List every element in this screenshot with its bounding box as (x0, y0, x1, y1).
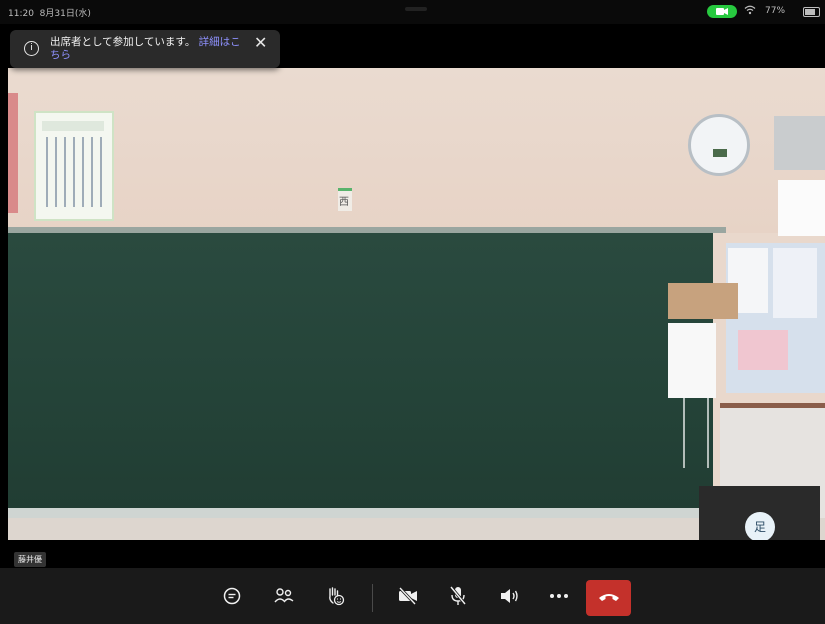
hang-up-icon (598, 594, 619, 601)
more-options-button[interactable] (546, 583, 572, 609)
close-icon[interactable]: ✕ (254, 35, 267, 51)
corner-sign (778, 180, 825, 236)
info-icon: i (24, 41, 39, 56)
hang-up-button[interactable] (586, 580, 631, 616)
board-tag: 西 (338, 188, 352, 211)
speaker-button[interactable] (496, 583, 522, 609)
calendar-card (668, 283, 738, 319)
raise-hand-button[interactable] (322, 583, 348, 609)
mic-off-icon (449, 586, 467, 605)
status-time: 11:20 8月31日(水) (8, 9, 91, 19)
attendee-notification: i 出席者として参加しています。 詳細はこちら ✕ (10, 30, 280, 68)
wall-poster (34, 111, 114, 221)
wall-vent (774, 116, 825, 170)
status-bar: 11:20 8月31日(水) 77% (0, 0, 825, 24)
pink-poster (738, 330, 788, 370)
participants-icon (274, 588, 294, 603)
chalk-writing (671, 398, 719, 468)
toolbar-divider (372, 584, 373, 612)
speaker-icon (501, 589, 518, 603)
mic-toggle-button[interactable] (445, 583, 471, 609)
chat-button[interactable] (219, 583, 245, 609)
left-wall-decoration (8, 93, 18, 213)
wifi-icon (744, 5, 756, 18)
wall-clock (688, 114, 750, 176)
camera-in-use-indicator (707, 5, 737, 18)
multitasking-indicator (405, 7, 427, 11)
camera-off-icon (398, 586, 417, 606)
notice-paper (773, 248, 817, 318)
chat-icon (223, 587, 241, 605)
video-caption-bar (0, 540, 825, 568)
blackboard (8, 233, 713, 508)
raise-hand-icon (329, 587, 345, 606)
more-icon (550, 594, 568, 598)
notification-text: 出席者として参加しています。 詳細はこちら (50, 36, 241, 61)
participants-button[interactable] (271, 583, 297, 609)
battery-icon (803, 7, 820, 17)
status-date: 8月31日(水) (39, 9, 91, 19)
avatar: 足 (745, 512, 775, 542)
video-feed: 西 (8, 68, 825, 540)
schedule-sign (668, 323, 716, 398)
camera-toggle-button[interactable] (395, 583, 421, 609)
participant-name-tag: 藤井優 (14, 552, 46, 567)
battery-percent: 77% (765, 6, 786, 16)
chalk-tray (8, 508, 713, 518)
